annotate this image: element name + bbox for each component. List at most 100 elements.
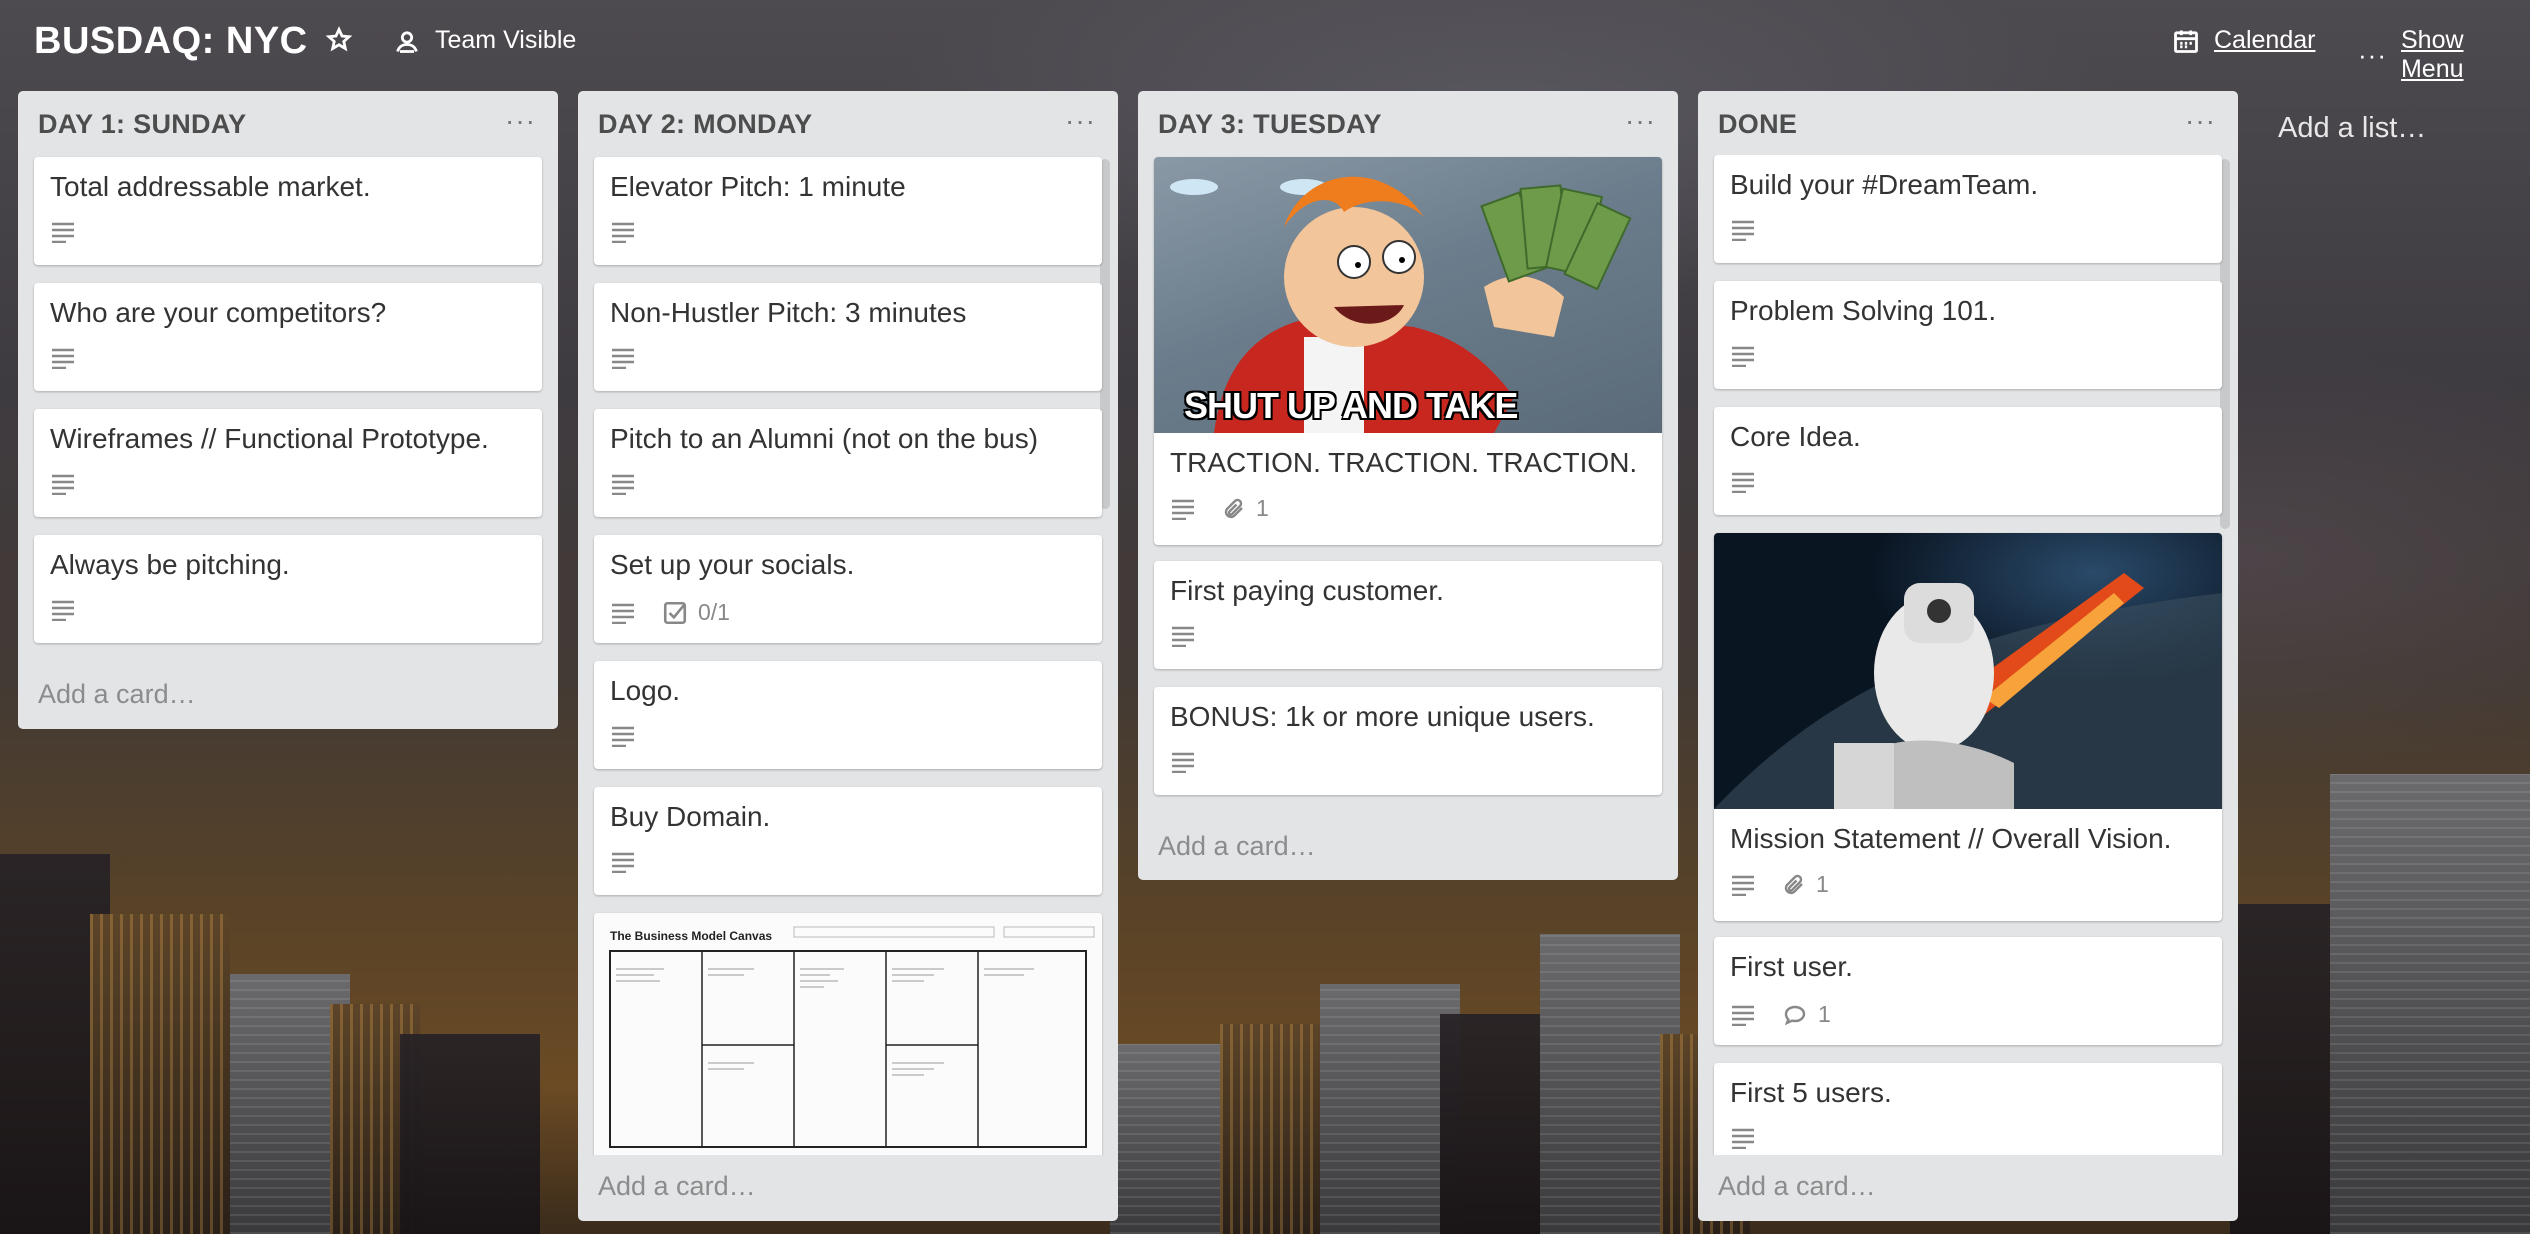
comment-badge: 1: [1782, 1001, 1831, 1028]
show-menu-button[interactable]: ··· Show Menu: [2358, 26, 2530, 84]
card-title: First user.: [1730, 951, 1853, 982]
list-menu-button[interactable]: ···: [2185, 105, 2216, 137]
add-card-button[interactable]: Add a card…: [38, 679, 196, 710]
card[interactable]: Non-Hustler Pitch: 3 minutes: [594, 283, 1102, 391]
star-icon: [325, 26, 353, 52]
card[interactable]: Pitch to an Alumni (not on the bus): [594, 409, 1102, 517]
add-card-button[interactable]: Add a card…: [598, 1171, 756, 1202]
description-icon: [1172, 752, 1194, 773]
card[interactable]: Wireframes // Functional Prototype.: [34, 409, 542, 517]
description-icon: [612, 852, 634, 873]
list-header: DAY 3: TUESDAY ···: [1138, 91, 1678, 155]
add-list-button[interactable]: Add a list…: [2278, 112, 2426, 145]
card[interactable]: First paying customer.: [1154, 561, 1662, 669]
list-day1: DAY 1: SUNDAY ··· Total addressable mark…: [18, 91, 558, 729]
description-icon: [1732, 472, 1754, 493]
card-title: TRACTION. TRACTION. TRACTION.: [1170, 447, 1638, 478]
card-title: Set up your socials.: [610, 549, 855, 580]
card-title: First paying customer.: [1170, 575, 1444, 606]
list-title[interactable]: DAY 1: SUNDAY: [38, 109, 246, 140]
description-icon: [612, 603, 634, 624]
card-title: Pitch to an Alumni (not on the bus): [610, 423, 1039, 454]
visibility-label: Team Visible: [435, 26, 577, 54]
calendar-icon: [2174, 30, 2198, 53]
card-title: First 5 users.: [1730, 1077, 1892, 1108]
description-icon: [52, 600, 74, 621]
description-icon: [1172, 499, 1194, 520]
card[interactable]: First user. 1: [1714, 937, 2222, 1045]
board-title[interactable]: BUSDAQ: NYC: [34, 20, 308, 63]
description-icon: [1172, 626, 1194, 647]
card-title: Problem Solving 101.: [1730, 295, 1997, 326]
list-header: DAY 1: SUNDAY ···: [18, 91, 558, 155]
rocket-illustration: [1714, 573, 2222, 809]
checklist-count: 0/1: [698, 599, 730, 625]
card-title: Buy Domain.: [610, 801, 771, 832]
card[interactable]: First 5 users.: [1714, 1063, 2222, 1155]
attachment-count: 1: [1816, 871, 1829, 897]
description-icon: [52, 222, 74, 243]
team-icon: [396, 30, 418, 53]
card-title: Wireframes // Functional Prototype.: [50, 423, 489, 454]
add-card-button[interactable]: Add a card…: [1158, 831, 1316, 862]
meme-cover-image: SHUT UP AND TAKE: [1154, 157, 1662, 433]
card-title: Who are your competitors?: [50, 297, 387, 328]
description-icon: [1732, 220, 1754, 241]
add-card-button[interactable]: Add a card…: [1718, 1171, 1876, 1202]
visibility-button[interactable]: Team Visible: [393, 26, 576, 55]
card[interactable]: Total addressable market.: [34, 157, 542, 265]
card[interactable]: Set up your socials. 0/1: [594, 535, 1102, 643]
paperclip-icon: [1224, 498, 1243, 518]
star-board-button[interactable]: [325, 26, 353, 54]
comment-icon: [1784, 1005, 1806, 1025]
attachment-badge: 1: [1782, 871, 1829, 898]
astronaut-rocket-image: [1714, 533, 2222, 809]
card[interactable]: BONUS: 1k or more unique users.: [1154, 687, 1662, 795]
list-title[interactable]: DAY 2: MONDAY: [598, 109, 812, 140]
description-icon: [1732, 1005, 1754, 1026]
card-title: Always be pitching.: [50, 549, 290, 580]
description-icon: [612, 726, 634, 747]
description-icon: [612, 348, 634, 369]
list-day3: DAY 3: TUESDAY ··· SHUT UP AND TAKE TRAC…: [1138, 91, 1678, 880]
card[interactable]: Mission Statement // Overall Vision. 1: [1714, 533, 2222, 921]
description-icon: [52, 474, 74, 495]
list-menu-button[interactable]: ···: [505, 105, 536, 137]
calendar-button[interactable]: Calendar: [2172, 26, 2315, 55]
calendar-label: Calendar: [2214, 26, 2316, 54]
attachment-count: 1: [1256, 495, 1269, 521]
list-header: DAY 2: MONDAY ···: [578, 91, 1118, 155]
card[interactable]: Problem Solving 101.: [1714, 281, 2222, 389]
comment-count: 1: [1818, 1001, 1831, 1027]
more-icon: ···: [2358, 39, 2387, 70]
board-header: BUSDAQ: NYC Team Visible Calendar ··· Sh…: [0, 0, 2530, 88]
list-menu-button[interactable]: ···: [1625, 105, 1656, 137]
description-icon: [1732, 1128, 1754, 1149]
card[interactable]: Logo.: [594, 661, 1102, 769]
card[interactable]: Who are your competitors?: [34, 283, 542, 391]
canvas-grid: [609, 926, 1095, 1148]
list-title[interactable]: DONE: [1718, 109, 1797, 140]
list-menu-button[interactable]: ···: [1065, 105, 1096, 137]
list-header: DONE ···: [1698, 91, 2238, 155]
show-menu-label: Show Menu: [2400, 26, 2464, 83]
list-done: DONE ··· Build your #DreamTeam. Problem …: [1698, 91, 2238, 1221]
card[interactable]: Always be pitching.: [34, 535, 542, 643]
card[interactable]: Build your #DreamTeam.: [1714, 155, 2222, 263]
description-icon: [612, 222, 634, 243]
meme-caption: SHUT UP AND TAKE: [1184, 385, 1518, 426]
card-title: Total addressable market.: [50, 171, 371, 202]
card-title: Non-Hustler Pitch: 3 minutes: [610, 297, 967, 328]
description-icon: [1732, 875, 1754, 896]
card[interactable]: The Business Model Canvas: [594, 913, 1102, 1155]
card-title: Mission Statement // Overall Vision.: [1730, 823, 2172, 854]
card-title: Logo.: [610, 675, 681, 706]
card[interactable]: Core Idea.: [1714, 407, 2222, 515]
card[interactable]: Buy Domain.: [594, 787, 1102, 895]
card[interactable]: SHUT UP AND TAKE TRACTION. TRACTION. TRA…: [1154, 157, 1662, 545]
list-title[interactable]: DAY 3: TUESDAY: [1158, 109, 1382, 140]
card-title: BONUS: 1k or more unique users.: [1170, 701, 1595, 732]
business-model-canvas-image: The Business Model Canvas: [594, 913, 1102, 1155]
card[interactable]: Elevator Pitch: 1 minute: [594, 157, 1102, 265]
paperclip-icon: [1784, 874, 1803, 894]
